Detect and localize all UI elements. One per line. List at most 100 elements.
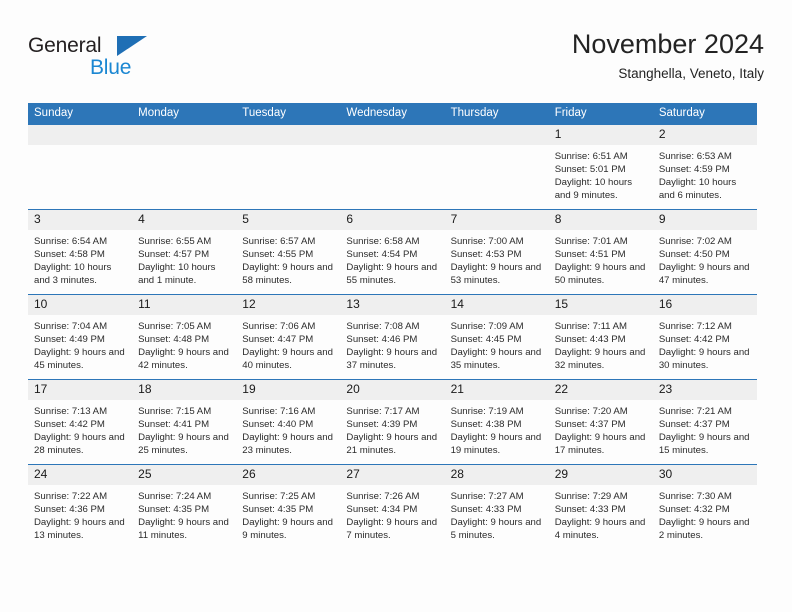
daylight-text: Daylight: 10 hours and 1 minute. bbox=[138, 262, 216, 287]
calendar-day-cell[interactable]: 10 Sunrise: 7:04 AM Sunset: 4:49 PM Dayligh… bbox=[28, 294, 133, 380]
day-number: 9 bbox=[652, 210, 757, 230]
calendar-day-cell[interactable]: 28 Sunrise: 7:27 AM Sunset: 4:33 PM Dayligh… bbox=[444, 464, 549, 549]
daylight-text: Daylight: 10 hours and 3 minutes. bbox=[34, 262, 112, 287]
calendar-day-cell[interactable]: 30 Sunrise: 7:30 AM Sunset: 4:32 PM Dayligh… bbox=[652, 464, 757, 549]
day-sun-info: Sunrise: 6:51 AM Sunset: 5:01 PM Daylight:… bbox=[549, 145, 653, 202]
daylight-text: Daylight: 10 hours and 6 minutes. bbox=[658, 177, 737, 202]
day-sun-info: Sunrise: 7:12 AM Sunset: 4:42 PM Daylight:… bbox=[653, 315, 757, 372]
calendar-day-cell[interactable]: 13 Sunrise: 7:08 AM Sunset: 4:46 PM Dayligh… bbox=[340, 294, 445, 380]
calendar-day-cell[interactable]: 16 Sunrise: 7:12 AM Sunset: 4:42 PM Dayligh… bbox=[652, 294, 757, 380]
sunset-text: Sunset: 4:32 PM bbox=[658, 504, 730, 516]
sunset-text: Sunset: 4:40 PM bbox=[242, 419, 314, 431]
sunrise-text: Sunrise: 7:17 AM bbox=[346, 406, 420, 417]
calendar-day-cell[interactable]: 21 Sunrise: 7:19 AM Sunset: 4:38 PM Dayligh… bbox=[444, 379, 549, 465]
day-sun-info: Sunrise: 7:25 AM Sunset: 4:35 PM Daylight:… bbox=[236, 485, 340, 542]
page-subtitle: Stanghella, Veneto, Italy bbox=[618, 66, 764, 81]
day-number: 27 bbox=[340, 465, 445, 485]
day-number: 15 bbox=[548, 295, 653, 315]
day-number bbox=[132, 125, 237, 145]
calendar-day-cell[interactable]: 9 Sunrise: 7:02 AM Sunset: 4:50 PM Daylight… bbox=[652, 209, 757, 295]
day-sun-info: Sunrise: 7:01 AM Sunset: 4:51 PM Daylight:… bbox=[549, 230, 653, 287]
day-number: 12 bbox=[236, 295, 341, 315]
calendar-day-cell[interactable]: 19 Sunrise: 7:16 AM Sunset: 4:40 PM Dayligh… bbox=[236, 379, 341, 465]
sunset-text: Sunset: 4:35 PM bbox=[138, 504, 210, 516]
day-sun-info: Sunrise: 7:17 AM Sunset: 4:39 PM Daylight:… bbox=[340, 400, 444, 457]
calendar-day-cell[interactable]: 3 Sunrise: 6:54 AM Sunset: 4:58 PM Daylight… bbox=[28, 209, 133, 295]
sunset-text: Sunset: 4:43 PM bbox=[554, 334, 626, 346]
day-number: 17 bbox=[28, 380, 133, 400]
day-number: 28 bbox=[444, 465, 549, 485]
calendar-day-cell[interactable]: 8 Sunrise: 7:01 AM Sunset: 4:51 PM Daylight… bbox=[548, 209, 653, 295]
logo-text-general: General bbox=[28, 34, 102, 57]
calendar-day-cell-empty bbox=[340, 124, 445, 210]
weekday-header-saturday: Saturday bbox=[652, 103, 757, 125]
day-number bbox=[444, 125, 549, 145]
day-number: 19 bbox=[236, 380, 341, 400]
daylight-text: Daylight: 9 hours and 30 minutes. bbox=[658, 347, 750, 372]
day-number: 11 bbox=[132, 295, 237, 315]
sunrise-text: Sunrise: 7:08 AM bbox=[346, 321, 420, 332]
calendar-day-cell-empty bbox=[236, 124, 341, 210]
general-blue-logo: General Blue bbox=[28, 34, 228, 86]
sunset-text: Sunset: 4:42 PM bbox=[34, 419, 105, 431]
calendar-day-cell[interactable]: 11 Sunrise: 7:05 AM Sunset: 4:48 PM Dayligh… bbox=[132, 294, 237, 380]
calendar-day-cell[interactable]: 17 Sunrise: 7:13 AM Sunset: 4:42 PM Dayligh… bbox=[28, 379, 133, 465]
calendar-week-row: 10 Sunrise: 7:04 AM Sunset: 4:49 PM Dayligh… bbox=[28, 294, 757, 380]
sunrise-text: Sunrise: 7:29 AM bbox=[554, 491, 628, 502]
calendar-day-cell[interactable]: 22 Sunrise: 7:20 AM Sunset: 4:37 PM Dayligh… bbox=[548, 379, 653, 465]
calendar-day-cell[interactable]: 25 Sunrise: 7:24 AM Sunset: 4:35 PM Dayligh… bbox=[132, 464, 237, 549]
sunset-text: Sunset: 4:39 PM bbox=[346, 419, 418, 431]
calendar-day-cell[interactable]: 26 Sunrise: 7:25 AM Sunset: 4:35 PM Dayligh… bbox=[236, 464, 341, 549]
sunset-text: Sunset: 4:57 PM bbox=[138, 249, 210, 261]
day-sun-info: Sunrise: 7:19 AM Sunset: 4:38 PM Daylight:… bbox=[445, 400, 549, 457]
sunrise-text: Sunrise: 7:00 AM bbox=[450, 236, 524, 247]
day-number: 25 bbox=[132, 465, 237, 485]
day-number: 8 bbox=[548, 210, 653, 230]
calendar-day-cell[interactable]: 20 Sunrise: 7:17 AM Sunset: 4:39 PM Dayligh… bbox=[340, 379, 445, 465]
day-sun-info: Sunrise: 6:58 AM Sunset: 4:54 PM Daylight:… bbox=[340, 230, 444, 287]
sunset-text: Sunset: 4:33 PM bbox=[450, 504, 522, 516]
daylight-text: Daylight: 9 hours and 53 minutes. bbox=[450, 262, 542, 287]
calendar-day-cell[interactable]: 1 Sunrise: 6:51 AM Sunset: 5:01 PM Daylight… bbox=[548, 124, 653, 210]
page-title: November 2024 bbox=[571, 29, 764, 59]
daylight-text: Daylight: 9 hours and 40 minutes. bbox=[242, 347, 333, 372]
sunrise-text: Sunrise: 7:24 AM bbox=[138, 491, 212, 502]
calendar-day-cell[interactable]: 24 Sunrise: 7:22 AM Sunset: 4:36 PM Dayligh… bbox=[28, 464, 133, 549]
calendar-day-cell[interactable]: 18 Sunrise: 7:15 AM Sunset: 4:41 PM Dayligh… bbox=[132, 379, 237, 465]
sunrise-text: Sunrise: 7:19 AM bbox=[450, 406, 524, 417]
day-sun-info: Sunrise: 6:55 AM Sunset: 4:57 PM Daylight:… bbox=[132, 230, 236, 287]
sunset-text: Sunset: 4:55 PM bbox=[242, 249, 314, 261]
day-number bbox=[340, 125, 445, 145]
sunset-text: Sunset: 4:54 PM bbox=[346, 249, 418, 261]
weekday-header-tuesday: Tuesday bbox=[236, 103, 341, 125]
sunrise-text: Sunrise: 7:11 AM bbox=[554, 321, 628, 332]
calendar-day-cell-empty bbox=[28, 124, 133, 210]
calendar-day-cell[interactable]: 2 Sunrise: 6:53 AM Sunset: 4:59 PM Daylight… bbox=[652, 124, 757, 210]
sunrise-text: Sunrise: 7:27 AM bbox=[450, 491, 524, 502]
day-sun-info: Sunrise: 7:06 AM Sunset: 4:47 PM Daylight:… bbox=[236, 315, 340, 372]
day-sun-info: Sunrise: 7:09 AM Sunset: 4:45 PM Daylight:… bbox=[445, 315, 549, 372]
calendar-day-cell[interactable]: 7 Sunrise: 7:00 AM Sunset: 4:53 PM Daylight… bbox=[444, 209, 549, 295]
calendar-day-cell[interactable]: 4 Sunrise: 6:55 AM Sunset: 4:57 PM Daylight… bbox=[132, 209, 237, 295]
calendar-day-cell[interactable]: 27 Sunrise: 7:26 AM Sunset: 4:34 PM Dayligh… bbox=[340, 464, 445, 549]
sunrise-text: Sunrise: 7:06 AM bbox=[242, 321, 316, 332]
calendar-day-cell[interactable]: 15 Sunrise: 7:11 AM Sunset: 4:43 PM Dayligh… bbox=[548, 294, 653, 380]
calendar-day-cell[interactable]: 14 Sunrise: 7:09 AM Sunset: 4:45 PM Dayligh… bbox=[444, 294, 549, 380]
sunrise-text: Sunrise: 7:15 AM bbox=[138, 406, 212, 417]
calendar-day-cell[interactable]: 5 Sunrise: 6:57 AM Sunset: 4:55 PM Daylight… bbox=[236, 209, 341, 295]
day-sun-info: Sunrise: 7:11 AM Sunset: 4:43 PM Daylight:… bbox=[549, 315, 653, 372]
calendar-day-cell[interactable]: 23 Sunrise: 7:21 AM Sunset: 4:37 PM Dayligh… bbox=[652, 379, 757, 465]
calendar-day-cell[interactable]: 12 Sunrise: 7:06 AM Sunset: 4:47 PM Dayligh… bbox=[236, 294, 341, 380]
sunset-text: Sunset: 4:37 PM bbox=[554, 419, 626, 431]
calendar-day-cell[interactable]: 6 Sunrise: 6:58 AM Sunset: 4:54 PM Daylight… bbox=[340, 209, 445, 295]
sunrise-text: Sunrise: 7:05 AM bbox=[138, 321, 212, 332]
sunset-text: Sunset: 4:35 PM bbox=[242, 504, 314, 516]
daylight-text: Daylight: 9 hours and 19 minutes. bbox=[450, 432, 542, 457]
sunset-text: Sunset: 4:33 PM bbox=[554, 504, 626, 516]
sunrise-text: Sunrise: 7:01 AM bbox=[554, 236, 628, 247]
logo-triangle-icon bbox=[117, 36, 147, 56]
sunrise-text: Sunrise: 7:02 AM bbox=[658, 236, 732, 247]
day-number: 26 bbox=[236, 465, 341, 485]
day-sun-info: Sunrise: 7:02 AM Sunset: 4:50 PM Daylight:… bbox=[653, 230, 757, 287]
calendar-day-cell[interactable]: 29 Sunrise: 7:29 AM Sunset: 4:33 PM Dayligh… bbox=[548, 464, 653, 549]
